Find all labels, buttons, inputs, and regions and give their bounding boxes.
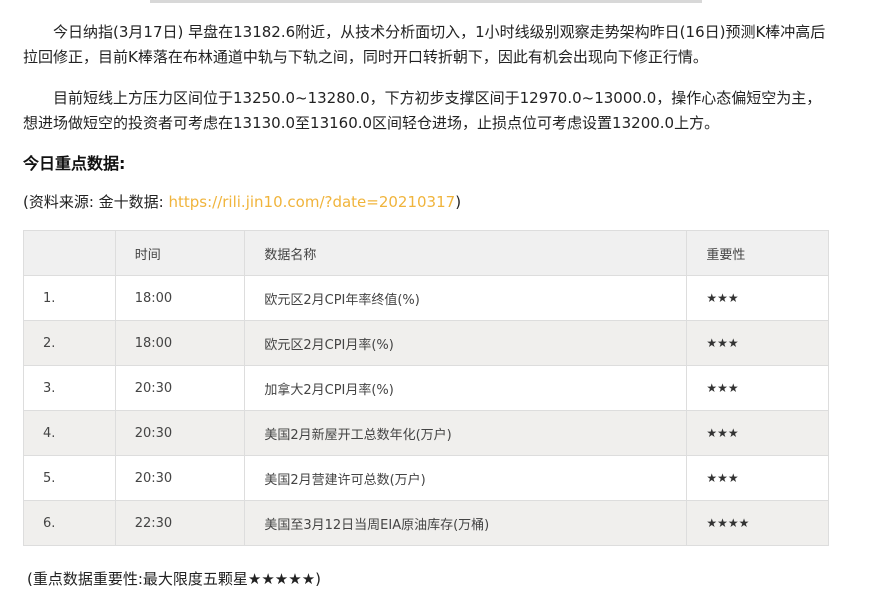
row-name: 欧元区2月CPI年率终值(%) (244, 275, 688, 321)
row-stars: ★★★ (686, 410, 829, 456)
table-row: 6. 22:30 美国至3月12日当周EIA原油库存(万桶) ★★★★ (23, 500, 829, 546)
source-suffix: ) (455, 193, 462, 211)
row-index: 4. (23, 410, 116, 456)
row-index: 1. (23, 275, 116, 321)
table-row: 2. 18:00 欧元区2月CPI月率(%) ★★★ (23, 320, 829, 366)
row-stars: ★★★ (686, 365, 829, 411)
table-row: 1. 18:00 欧元区2月CPI年率终值(%) ★★★ (23, 275, 829, 321)
top-divider (150, 0, 702, 3)
row-name: 美国2月营建许可总数(万户) (244, 455, 688, 501)
source-prefix: (资料来源: 金十数据: (23, 193, 169, 211)
row-time: 18:00 (114, 320, 246, 366)
header-importance: 重要性 (686, 230, 829, 276)
analysis-paragraph-1: 今日纳指(3月17日) 早盘在13182.6附近，从技术分析面切入，1小时线级别… (23, 23, 826, 66)
analysis-paragraph-2: 目前短线上方压力区间位于13250.0~13280.0，下方初步支撑区间于129… (23, 89, 822, 132)
row-stars: ★★★ (686, 320, 829, 366)
header-index (23, 230, 116, 276)
row-index: 5. (23, 455, 116, 501)
row-time: 22:30 (114, 500, 246, 546)
row-name: 欧元区2月CPI月率(%) (244, 320, 688, 366)
row-time: 18:00 (114, 275, 246, 321)
row-index: 6. (23, 500, 116, 546)
row-time: 20:30 (114, 365, 246, 411)
source-link[interactable]: https://rili.jin10.com/?date=20210317 (169, 193, 456, 211)
importance-note: (重点数据重要性:最大限度五颗星★★★★★) (27, 570, 321, 588)
row-stars: ★★★ (686, 455, 829, 501)
source-line: (资料来源: 金十数据: https://rili.jin10.com/?dat… (23, 191, 461, 212)
table-row: 5. 20:30 美国2月营建许可总数(万户) ★★★ (23, 455, 829, 501)
row-time: 20:30 (114, 410, 246, 456)
data-table: 时间 数据名称 重要性 1. 18:00 欧元区2月CPI年率终值(%) ★★★… (23, 230, 829, 546)
table-row: 4. 20:30 美国2月新屋开工总数年化(万户) ★★★ (23, 410, 829, 456)
row-stars: ★★★ (686, 275, 829, 321)
section-heading: 今日重点数据: (23, 154, 126, 173)
row-index: 2. (23, 320, 116, 366)
header-time: 时间 (114, 230, 246, 276)
row-index: 3. (23, 365, 116, 411)
row-name: 加拿大2月CPI月率(%) (244, 365, 688, 411)
table-row: 3. 20:30 加拿大2月CPI月率(%) ★★★ (23, 365, 829, 411)
row-name: 美国至3月12日当周EIA原油库存(万桶) (244, 500, 688, 546)
table-header-row: 时间 数据名称 重要性 (23, 230, 829, 276)
row-name: 美国2月新屋开工总数年化(万户) (244, 410, 688, 456)
row-time: 20:30 (114, 455, 246, 501)
header-name: 数据名称 (244, 230, 688, 276)
row-stars: ★★★★ (686, 500, 829, 546)
